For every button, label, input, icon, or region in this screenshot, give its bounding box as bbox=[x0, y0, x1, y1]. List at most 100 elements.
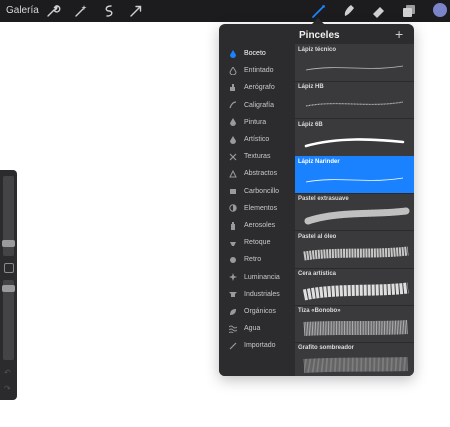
magic-wand-icon[interactable] bbox=[73, 3, 89, 19]
smudge-icon[interactable] bbox=[341, 3, 357, 19]
brush-item[interactable]: Lápiz técnico bbox=[295, 44, 414, 82]
category-list: Boceto Entintado Aerógrafo Caligrafía Pintur… bbox=[219, 44, 295, 376]
category-label: Agua bbox=[244, 325, 261, 333]
category-label: Luminancia bbox=[244, 273, 280, 281]
category-item[interactable]: Boceto bbox=[219, 45, 295, 62]
category-item[interactable]: Orgánicos bbox=[219, 303, 295, 320]
category-item[interactable]: Abstractos bbox=[219, 165, 295, 182]
category-item[interactable]: Carboncillo bbox=[219, 183, 295, 200]
category-item[interactable]: Elementos bbox=[219, 200, 295, 217]
top-toolbar: Galería bbox=[0, 0, 450, 22]
brush-name: Grafito sombreador bbox=[298, 345, 355, 352]
brush-stroke-preview bbox=[298, 54, 411, 80]
gallery-button[interactable]: Galería bbox=[6, 5, 39, 16]
category-label: Retro bbox=[244, 256, 262, 264]
spray-icon bbox=[229, 221, 237, 230]
transform-arrow-icon[interactable] bbox=[128, 3, 144, 19]
category-item[interactable]: Caligrafía bbox=[219, 97, 295, 114]
left-sidebar: ↶ ↷ bbox=[0, 170, 17, 400]
anvil-icon bbox=[229, 290, 237, 298]
brush-item[interactable]: Lápiz 6B bbox=[295, 119, 414, 157]
brush-item[interactable]: Pastel extrasuave bbox=[295, 193, 414, 232]
brush-name: Pastel al óleo bbox=[298, 233, 337, 240]
brush-stroke-preview bbox=[298, 315, 411, 341]
category-item[interactable]: Aerosoles bbox=[219, 217, 295, 234]
layers-icon[interactable] bbox=[401, 3, 417, 19]
category-label: Boceto bbox=[244, 50, 266, 57]
brush-stroke-preview bbox=[298, 241, 411, 267]
add-brush-button[interactable]: + bbox=[395, 27, 403, 41]
brush-name: Cera artística bbox=[298, 270, 337, 277]
ink-drop-icon bbox=[229, 66, 237, 75]
import-icon bbox=[229, 342, 237, 350]
category-item[interactable]: Retoque bbox=[219, 234, 295, 251]
category-label: Elementos bbox=[244, 204, 278, 212]
category-item[interactable]: Pintura bbox=[219, 114, 295, 131]
selection-icon[interactable] bbox=[101, 3, 117, 19]
leaf-icon bbox=[229, 308, 237, 316]
category-item[interactable]: Entintado bbox=[219, 62, 295, 79]
airbrush-icon bbox=[229, 83, 237, 92]
charcoal-icon bbox=[229, 187, 237, 195]
brush-stroke-preview bbox=[298, 91, 411, 117]
category-label: Carboncillo bbox=[244, 187, 280, 195]
brush-item[interactable]: Pastel al óleo bbox=[295, 231, 414, 269]
category-label: Aerógrafo bbox=[244, 84, 275, 92]
paint-drop-icon bbox=[229, 118, 237, 127]
retro-icon bbox=[229, 256, 237, 264]
water-icon bbox=[229, 325, 237, 333]
brush-name: Lápiz 6B bbox=[298, 121, 323, 128]
category-label: Aerosoles bbox=[244, 222, 276, 229]
brush-item[interactable]: Grafito sombreador bbox=[295, 342, 414, 376]
color-swatch[interactable] bbox=[433, 3, 447, 17]
category-label: Pintura bbox=[244, 118, 267, 126]
category-label: Artístico bbox=[244, 136, 270, 143]
brush-item[interactable]: Tiza «Bonobo» bbox=[295, 305, 414, 344]
category-label: Abstractos bbox=[244, 170, 278, 178]
brush-name: Tiza «Bonobo» bbox=[298, 308, 341, 315]
brush-name: Lápiz HB bbox=[298, 84, 324, 91]
category-label: Industriales bbox=[244, 290, 280, 298]
category-item[interactable]: Importado bbox=[219, 337, 295, 354]
retouch-icon bbox=[229, 239, 237, 247]
panel-title: Pinceles bbox=[299, 30, 340, 41]
texture-icon bbox=[229, 153, 237, 161]
category-label: Texturas bbox=[244, 153, 271, 161]
wrench-icon[interactable] bbox=[45, 3, 61, 19]
undo-icon[interactable]: ↶ bbox=[4, 368, 11, 377]
category-label: Importado bbox=[244, 342, 276, 350]
sparkle-icon bbox=[229, 273, 237, 282]
category-item[interactable]: Texturas bbox=[219, 148, 295, 165]
yin-yang-icon bbox=[229, 204, 237, 212]
artistic-drop-icon bbox=[229, 135, 237, 144]
category-label: Orgánicos bbox=[244, 308, 276, 315]
category-item[interactable]: Luminancia bbox=[219, 269, 295, 286]
brush-name: Lápiz técnico bbox=[298, 47, 337, 53]
modify-button[interactable] bbox=[4, 263, 14, 273]
brush-name: Lápiz Narinder bbox=[298, 158, 340, 165]
category-label: Caligrafía bbox=[244, 101, 274, 109]
brush-size-thumb[interactable] bbox=[2, 240, 15, 247]
brush-icon[interactable] bbox=[311, 3, 327, 19]
brush-stroke-preview bbox=[298, 166, 411, 192]
redo-icon[interactable]: ↷ bbox=[4, 384, 11, 393]
category-label: Entintado bbox=[244, 67, 274, 75]
category-item[interactable]: Agua bbox=[219, 320, 295, 337]
calligraphy-icon bbox=[229, 101, 237, 109]
brush-stroke-preview bbox=[298, 129, 411, 155]
pencil-drop-icon bbox=[229, 49, 237, 58]
category-item[interactable]: Retro bbox=[219, 251, 295, 268]
category-item[interactable]: Industriales bbox=[219, 286, 295, 303]
brush-item[interactable]: Cera artística bbox=[295, 268, 414, 306]
category-item[interactable]: Artístico bbox=[219, 131, 295, 148]
opacity-thumb[interactable] bbox=[2, 285, 15, 292]
opacity-slider[interactable] bbox=[3, 280, 14, 360]
brush-stroke-preview bbox=[298, 203, 411, 229]
brush-list: Lápiz técnico Lápiz HB Lápiz 6B Lápiz Narin… bbox=[295, 44, 414, 376]
brush-item-selected[interactable]: Lápiz Narinder bbox=[295, 155, 414, 194]
brush-item[interactable]: Lápiz HB bbox=[295, 81, 414, 120]
brush-name: Pastel extrasuave bbox=[298, 196, 349, 203]
eraser-icon[interactable] bbox=[371, 3, 387, 19]
brush-stroke-preview bbox=[298, 352, 411, 376]
category-item[interactable]: Aerógrafo bbox=[219, 79, 295, 96]
